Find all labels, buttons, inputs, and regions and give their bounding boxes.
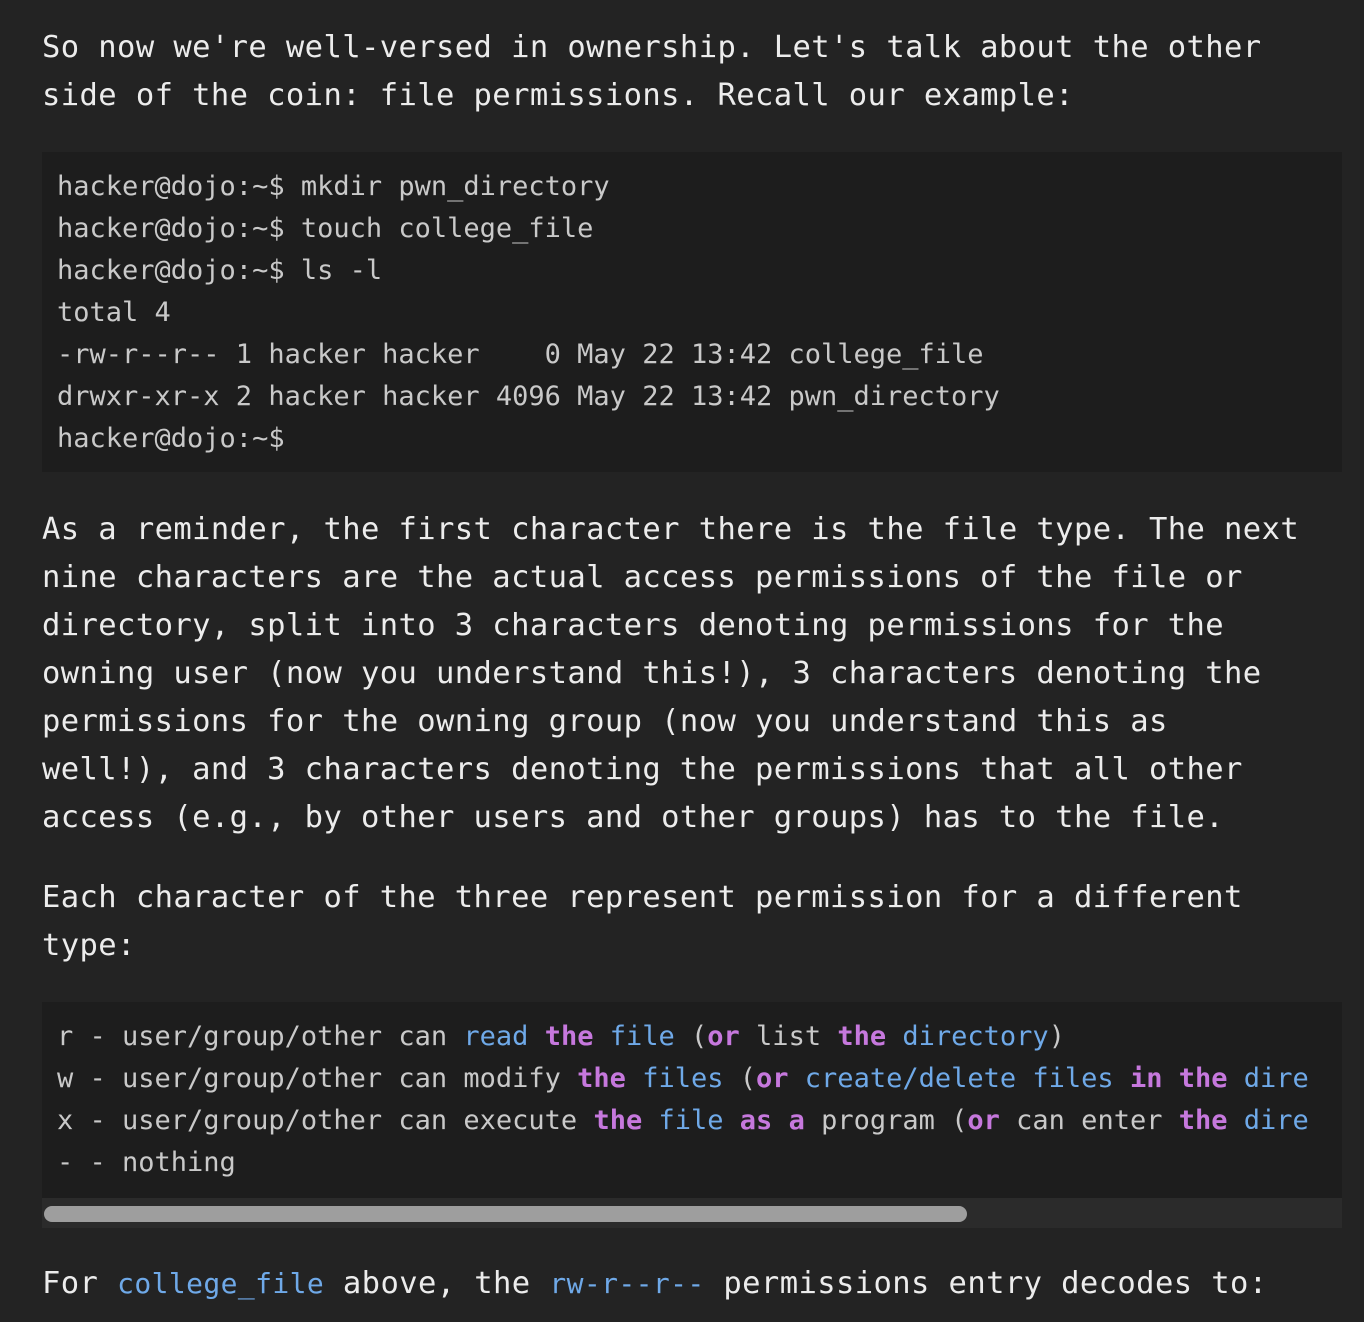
inline-code-permission-string: rw-r--r-- (549, 1267, 705, 1300)
reminder-line: nine characters are the actual access pe… (42, 560, 1243, 595)
permission-write-line: w - user/group/other can modify the file… (57, 1063, 1309, 1094)
types-line-1: Each character of the three represent pe… (42, 880, 1243, 915)
terminal-line: -rw-r--r-- 1 hacker hacker 0 May 22 13:4… (57, 339, 984, 370)
terminal-code-block: hacker@dojo:~$ mkdir pwn_directoryhacker… (42, 152, 1342, 472)
types-line-2: type: (42, 928, 136, 963)
intro-paragraph: So now we're well-versed in ownership. L… (42, 24, 1342, 120)
reminder-line: well!), and 3 characters denoting the pe… (42, 752, 1243, 787)
permission-execute-line: x - user/group/other can execute the fil… (57, 1105, 1309, 1136)
terminal-line: hacker@dojo:~$ (57, 423, 285, 454)
terminal-line: hacker@dojo:~$ mkdir pwn_directory (57, 171, 610, 202)
reminder-line: permissions for the owning group (now yo… (42, 704, 1168, 739)
intro-line-2: side of the coin: file permissions. Reca… (42, 78, 1074, 113)
reminder-line: owning user (now you understand this!), … (42, 656, 1262, 691)
terminal-line: hacker@dojo:~$ touch college_file (57, 213, 594, 244)
terminal-line: drwxr-xr-x 2 hacker hacker 4096 May 22 1… (57, 381, 1000, 412)
reminder-paragraph: As a reminder, the first character there… (42, 506, 1342, 842)
permission-read-line: r - user/group/other can read the file (… (57, 1021, 1065, 1052)
types-paragraph: Each character of the three represent pe… (42, 874, 1342, 970)
lesson-page: So now we're well-versed in ownership. L… (0, 0, 1364, 1322)
horizontal-scrollbar[interactable] (42, 1198, 1342, 1228)
terminal-output: hacker@dojo:~$ mkdir pwn_directoryhacker… (42, 152, 1342, 460)
intro-line-1: So now we're well-versed in ownership. L… (42, 30, 1262, 65)
decode-paragraph: For college_file above, the rw-r--r-- pe… (42, 1266, 1268, 1301)
reminder-line: access (e.g., by other users and other g… (42, 800, 1225, 835)
scrollbar-thumb[interactable] (44, 1206, 967, 1222)
inline-code-college-file: college_file (117, 1267, 325, 1300)
permissions-code-block[interactable]: r - user/group/other can read the file (… (42, 1002, 1342, 1228)
permissions-list: r - user/group/other can read the file (… (42, 1002, 1342, 1184)
terminal-line: total 4 (57, 297, 171, 328)
terminal-line: hacker@dojo:~$ ls -l (57, 255, 383, 286)
reminder-line: As a reminder, the first character there… (42, 512, 1300, 547)
reminder-line: directory, split into 3 characters denot… (42, 608, 1225, 643)
permission-none-line: - - nothing (57, 1147, 236, 1178)
